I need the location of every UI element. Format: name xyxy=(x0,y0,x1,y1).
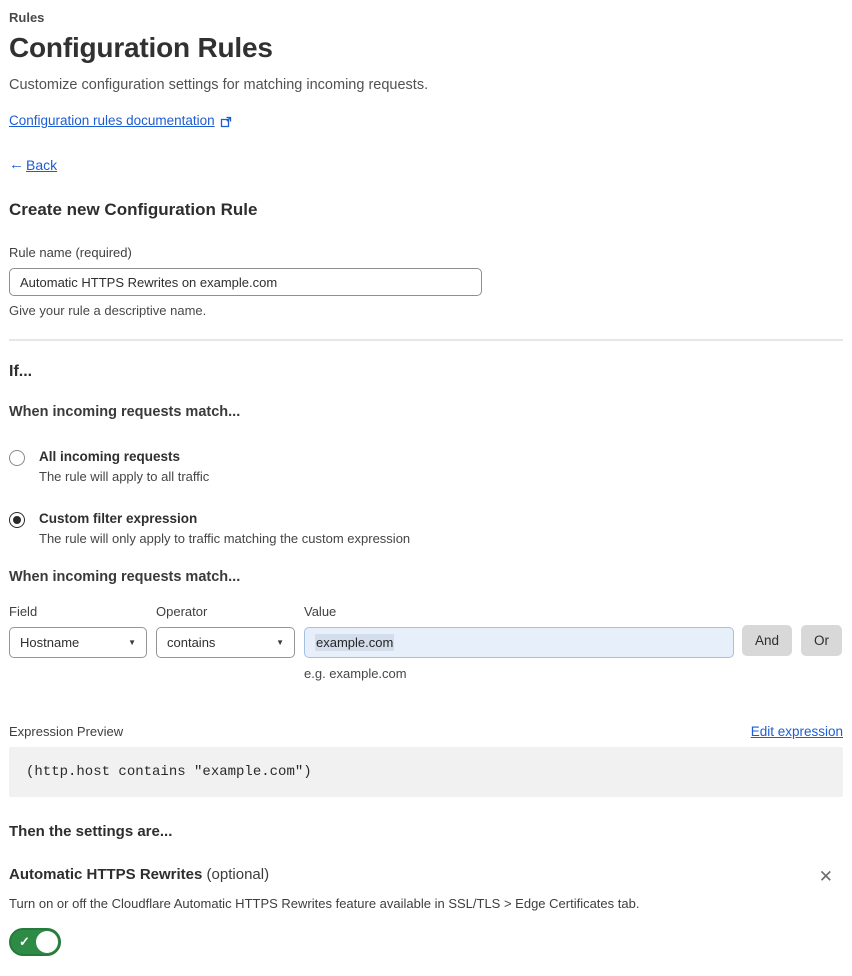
value-input-text: example.com xyxy=(315,634,395,651)
value-label: Value xyxy=(304,604,337,619)
then-section-heading: Then the settings are... xyxy=(9,823,173,840)
filter-expression-row: Field Hostname ▼ Operator contains ▼ Val… xyxy=(9,604,843,681)
chevron-down-icon: ▼ xyxy=(128,638,136,647)
radio-unchecked-icon[interactable] xyxy=(9,450,25,466)
radio-checked-icon[interactable] xyxy=(9,512,25,528)
and-button[interactable]: And xyxy=(742,625,793,656)
check-icon: ✓ xyxy=(19,934,30,949)
page-title: Configuration Rules xyxy=(9,32,273,63)
match-type-heading: When incoming requests match... xyxy=(9,404,241,420)
or-button[interactable]: Or xyxy=(801,625,843,656)
radio-option-custom-filter[interactable]: Custom filter expression The rule will o… xyxy=(9,511,843,546)
expression-preview-code: (http.host contains "example.com") xyxy=(9,747,843,797)
operator-select-value: contains xyxy=(167,635,216,650)
section-divider xyxy=(9,339,843,341)
setting-title-name: Automatic HTTPS Rewrites xyxy=(9,866,203,883)
setting-title: Automatic HTTPS Rewrites (optional) xyxy=(9,866,269,883)
back-link[interactable]: ← Back xyxy=(9,156,843,173)
field-select-value: Hostname xyxy=(20,635,80,650)
edit-expression-link[interactable]: Edit expression xyxy=(751,724,843,739)
close-icon[interactable]: ✕ xyxy=(815,866,837,887)
field-label: Field xyxy=(9,604,38,619)
operator-label: Operator xyxy=(156,604,208,619)
external-link-icon xyxy=(220,116,232,128)
toggle-knob xyxy=(36,931,58,953)
radio-option-description: The rule will only apply to traffic matc… xyxy=(39,531,411,546)
filter-builder-heading: When incoming requests match... xyxy=(9,569,241,585)
if-section-heading: If... xyxy=(9,363,33,380)
back-arrow-icon: ← xyxy=(9,156,24,173)
create-rule-heading: Create new Configuration Rule xyxy=(9,200,258,219)
rule-name-label: Rule name (required) xyxy=(9,245,132,260)
rule-name-input[interactable] xyxy=(9,268,482,296)
match-type-radio-group: All incoming requests The rule will appl… xyxy=(9,449,843,546)
radio-option-label: All incoming requests xyxy=(39,449,181,464)
field-select[interactable]: Hostname ▼ xyxy=(9,627,147,658)
automatic-https-rewrites-toggle[interactable]: ✓ xyxy=(9,928,61,956)
back-link-label[interactable]: Back xyxy=(26,157,57,173)
chevron-down-icon: ▼ xyxy=(276,638,284,647)
setting-optional-tag: (optional) xyxy=(202,866,270,883)
setting-description: Turn on or off the Cloudflare Automatic … xyxy=(9,896,640,911)
radio-option-label: Custom filter expression xyxy=(39,511,198,526)
rule-name-help: Give your rule a descriptive name. xyxy=(9,303,207,318)
documentation-link[interactable]: Configuration rules documentation xyxy=(9,113,215,128)
operator-select[interactable]: contains ▼ xyxy=(156,627,295,658)
value-help-text: e.g. example.com xyxy=(304,666,407,681)
breadcrumb: Rules xyxy=(9,10,45,25)
expression-preview-label: Expression Preview xyxy=(9,724,124,739)
page-subtitle: Customize configuration settings for mat… xyxy=(9,77,429,93)
value-input[interactable]: example.com xyxy=(304,627,734,658)
radio-option-description: The rule will apply to all traffic xyxy=(39,469,210,484)
radio-option-all-requests[interactable]: All incoming requests The rule will appl… xyxy=(9,449,843,484)
